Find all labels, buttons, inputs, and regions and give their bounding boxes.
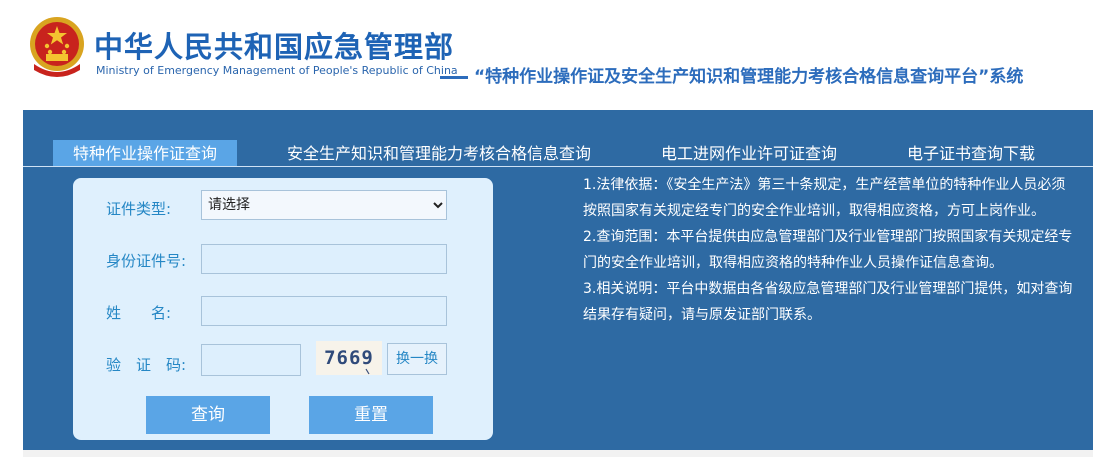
name-input[interactable] xyxy=(201,296,447,326)
tab-electrician-permit[interactable]: 电工进网作业许可证查询 xyxy=(661,140,837,166)
site-header: 中华人民共和国应急管理部 Ministry of Emergency Manag… xyxy=(0,0,1104,110)
captcha-label: 验 证 码: xyxy=(106,356,187,374)
notice-legal-basis: 1.法律依据：《安全生产法》第三十条规定，生产经营单位的特种作业人员必须按照国家… xyxy=(583,177,1066,219)
captcha-input[interactable] xyxy=(201,344,301,376)
cert-type-select[interactable]: 请选择 xyxy=(201,190,447,220)
org-name-en: Ministry of Emergency Management of Peop… xyxy=(96,64,458,77)
id-number-label: 身份证件号: xyxy=(106,252,187,270)
org-name-cn: 中华人民共和国应急管理部 xyxy=(94,30,455,64)
tab-special-operation-cert[interactable]: 特种作业操作证查询 xyxy=(53,140,238,166)
notice-related-info: 3.相关说明：平台中数据由各省级应急管理部门及行业管理部门提供，如对查询结果存有… xyxy=(583,281,1073,323)
notice-query-scope: 2.查询范围：本平台提供由应急管理部门及行业管理部门按照国家有关规定经专门的安全… xyxy=(583,229,1073,271)
captcha-text: 7669 xyxy=(324,347,374,369)
tab-e-certificate-download[interactable]: 电子证书查询下载 xyxy=(907,140,1035,166)
national-emblem-icon xyxy=(30,17,84,77)
refresh-captcha-button[interactable]: 换一换 xyxy=(387,343,447,375)
tab-safety-knowledge[interactable]: 安全生产知识和管理能力考核合格信息查询 xyxy=(287,140,591,166)
cert-type-label: 证件类型: xyxy=(106,200,172,218)
name-label: 姓 名: xyxy=(106,304,172,322)
captcha-image[interactable]: 7669 xyxy=(316,341,382,375)
system-title-text: “特种作业操作证及安全生产知识和管理能力考核合格信息查询平台”系统 xyxy=(474,67,1024,87)
title-dash xyxy=(440,75,468,79)
tab-bar: 特种作业操作证查询 安全生产知识和管理能力考核合格信息查询 电工进网作业许可证查… xyxy=(23,140,1093,167)
query-form: 证件类型: 请选择 身份证件号: 姓 名: 验 证 码: 7669 换一换 查询… xyxy=(73,178,493,440)
system-title: “特种作业操作证及安全生产知识和管理能力考核合格信息查询平台”系统 xyxy=(440,62,1023,87)
id-number-input[interactable] xyxy=(201,244,447,274)
footer-strip xyxy=(23,450,1093,457)
reset-button[interactable]: 重置 xyxy=(309,396,433,434)
query-panel: 特种作业操作证查询 安全生产知识和管理能力考核合格信息查询 电工进网作业许可证查… xyxy=(23,110,1093,450)
notice-text: 1.法律依据：《安全生产法》第三十条规定，生产经营单位的特种作业人员必须按照国家… xyxy=(583,172,1073,328)
query-button[interactable]: 查询 xyxy=(146,396,270,434)
